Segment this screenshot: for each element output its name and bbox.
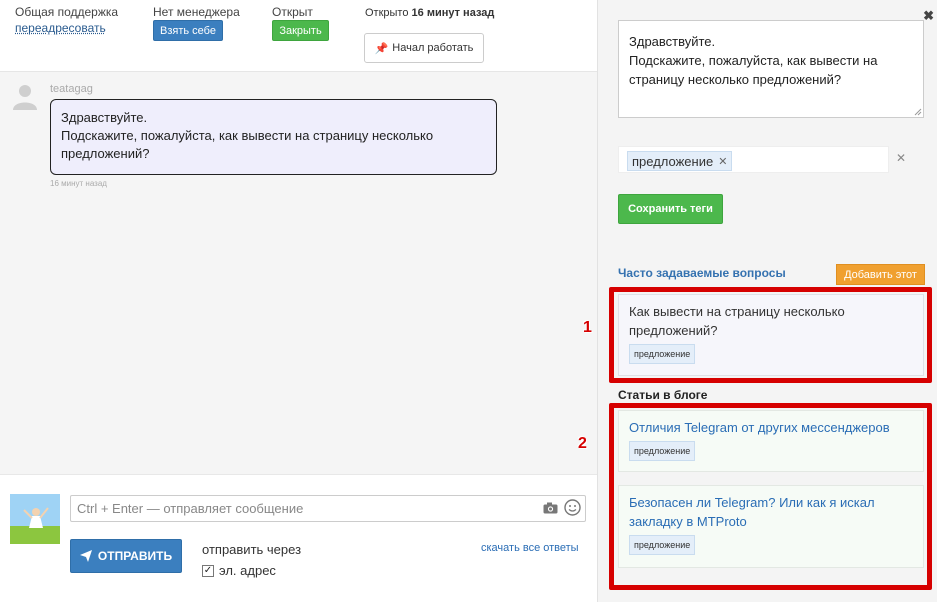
faq-item-title: Как вывести на страницу несколько <box>629 304 845 319</box>
manager-label: Нет менеджера <box>153 5 240 19</box>
opened-time: 16 минут назад <box>411 7 495 19</box>
annotation-number: 1 <box>583 319 592 336</box>
close-ticket-button[interactable]: Закрыть <box>272 20 329 41</box>
clear-tags-icon[interactable]: ✕ <box>896 151 906 165</box>
agent-avatar <box>10 494 60 544</box>
send-button-label: ОТПРАВИТЬ <box>97 549 173 563</box>
take-ticket-button[interactable]: Взять себе <box>153 20 223 41</box>
remove-tag-icon[interactable]: ✕ <box>718 155 727 168</box>
blog-item[interactable]: Безопасен ли Telegram? Или как я искал з… <box>618 485 924 568</box>
start-work-label: Начал работать <box>392 42 474 54</box>
message-bubble: Здравствуйте. Подскажите, пожалуйста, ка… <box>50 99 497 175</box>
faq-heading: Часто задаваемые вопросы <box>618 266 786 280</box>
opened-prefix: Открыто <box>365 7 409 19</box>
annotation-number: 2 <box>578 435 587 452</box>
send-via-label: отправить через <box>202 542 302 557</box>
start-work-button[interactable]: 📌 Начал работать <box>364 33 484 63</box>
message-time: 16 минут назад <box>50 179 107 188</box>
emoji-icon[interactable] <box>564 499 581 516</box>
message-author: teatagag <box>50 83 93 95</box>
resize-handle-icon[interactable] <box>914 108 922 116</box>
question-line: страницу несколько предложений? <box>629 72 842 87</box>
blog-item[interactable]: Отличия Telegram от других мессенджеров … <box>618 410 924 472</box>
status-label: Открыт <box>272 5 313 19</box>
reply-composer: Ctrl + Enter — отправляет сообщение ОТПР… <box>0 474 597 602</box>
blog-item-tag: предложение <box>629 535 696 555</box>
download-all-link[interactable]: скачать все ответы <box>481 542 579 554</box>
question-line: Подскажите, пожалуйста, как вывести на <box>629 53 878 68</box>
message-line: предложений? <box>61 146 150 161</box>
paper-plane-icon <box>79 550 92 562</box>
opened-info: Открыто 16 минут назад <box>365 7 494 19</box>
save-tags-button[interactable]: Сохранить теги <box>618 194 723 224</box>
question-line: Здравствуйте. <box>629 34 716 49</box>
tag-chip: предложение ✕ <box>627 151 733 171</box>
blog-item-tag: предложение <box>629 441 696 461</box>
message-line: Здравствуйте. <box>61 110 148 125</box>
close-icon[interactable]: ✖ <box>923 8 934 24</box>
avatar-image-icon <box>10 494 60 544</box>
message-input-placeholder: Ctrl + Enter — отправляет сообщение <box>77 501 304 516</box>
message-thread: teatagag Здравствуйте. Подскажите, пожал… <box>0 72 597 474</box>
add-this-button[interactable]: Добавить этот <box>836 264 925 285</box>
redirect-link[interactable]: переадресовать <box>15 21 106 35</box>
email-checkbox[interactable]: ✓ <box>202 564 214 577</box>
message-line: Подскажите, пожалуйста, как вывести на с… <box>61 128 434 143</box>
camera-icon[interactable] <box>543 502 558 514</box>
message-input[interactable]: Ctrl + Enter — отправляет сообщение <box>70 495 586 522</box>
user-avatar-placeholder-icon <box>13 85 37 110</box>
conversation-panel: Общая поддержка переадресовать Нет менед… <box>0 0 597 602</box>
email-option-label: эл. адрес <box>219 563 276 578</box>
blog-heading: Статьи в блоге <box>618 388 708 402</box>
email-option[interactable]: ✓ эл. адрес <box>202 563 276 578</box>
tags-input[interactable]: предложение ✕ <box>618 146 889 173</box>
ticket-toolbar: Общая поддержка переадресовать Нет менед… <box>0 0 597 72</box>
faq-item[interactable]: Как вывести на страницу несколько предло… <box>618 294 924 376</box>
ticket-sidebar: ✖ Здравствуйте. Подскажите, пожалуйста, … <box>597 0 937 602</box>
blog-item-title: Безопасен ли Telegram? Или как я искал <box>629 495 875 510</box>
faq-item-title: предложений? <box>629 323 718 338</box>
input-icons <box>543 499 581 516</box>
blog-item-title: закладку в MTProto <box>629 514 747 529</box>
support-queue-label: Общая поддержка <box>15 5 119 19</box>
question-textarea[interactable]: Здравствуйте. Подскажите, пожалуйста, ка… <box>618 20 924 118</box>
blog-item-title: Отличия Telegram от других мессенджеров <box>629 420 890 435</box>
pin-icon: 📌 <box>374 42 389 55</box>
send-button[interactable]: ОТПРАВИТЬ <box>70 539 182 573</box>
faq-item-tag: предложение <box>629 344 696 364</box>
tag-chip-label: предложение <box>632 153 714 169</box>
